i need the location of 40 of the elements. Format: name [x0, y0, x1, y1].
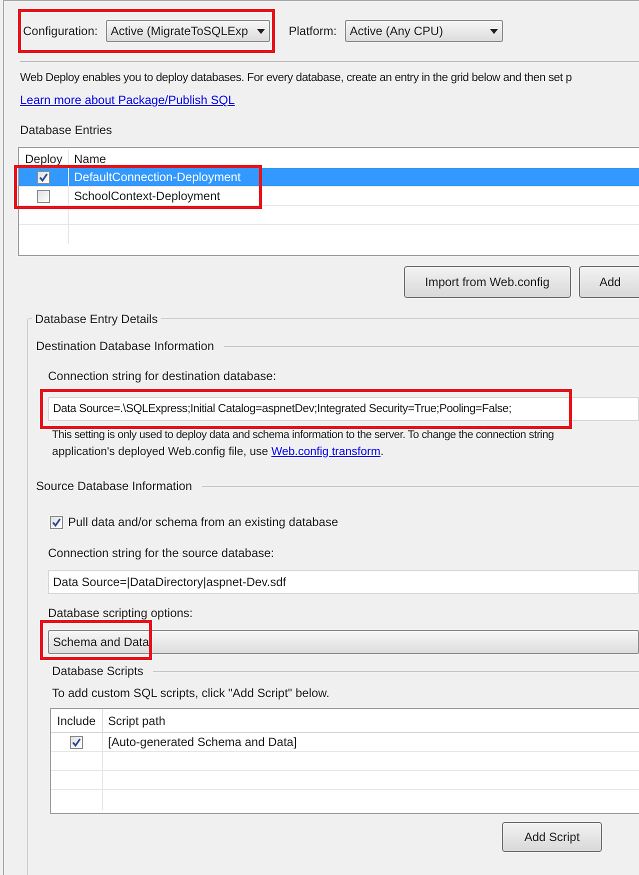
- column-header: Include: [51, 709, 103, 732]
- caret-icon: [490, 28, 498, 34]
- section-heading: Source Database Information: [36, 478, 192, 495]
- dropdown[interactable]: Schema and Data: [48, 630, 639, 654]
- intro-text: Web Deploy enables you to deploy databases. For every database, create an entry in the grid below and then set p: [20, 71, 573, 86]
- add-script-button[interactable]: Add Script: [502, 822, 602, 852]
- column-header: Name: [73, 151, 106, 168]
- dropdown[interactable]: Active (Any CPU): [344, 20, 503, 42]
- field-label: Database scripting options:: [48, 605, 194, 622]
- dropdown[interactable]: Active (MigrateToSQLExp: [106, 20, 270, 42]
- field-label: Connection string for the source database:: [48, 545, 276, 562]
- grid-cell-text: [Auto-generated Schema and Data]: [107, 734, 297, 751]
- learn-more-link[interactable]: Learn more about Package/Publish SQL: [20, 91, 235, 110]
- checkbox[interactable]: [37, 170, 50, 184]
- configuration-label: Configuration:: [23, 23, 98, 40]
- section-label: Database Entries: [20, 122, 114, 140]
- input-field[interactable]: Data Source=|DataDirectory|aspnet-Dev.sdf: [48, 570, 639, 594]
- check-icon: [39, 172, 48, 182]
- grid-cell-text: SchoolContext-Deployment: [73, 188, 220, 206]
- column-header: Script path: [107, 712, 166, 730]
- action-button[interactable]: Import from Web.config: [404, 266, 570, 298]
- transform-link[interactable]: Web.config transform: [271, 446, 380, 458]
- grid-row[interactable]: SchoolContext-Deployment: [19, 187, 639, 206]
- action-button[interactable]: Add: [578, 266, 639, 298]
- hint-text: To add custom SQL scripts, click "Add Script" below.: [52, 685, 331, 702]
- note-text: application's deployed Web.config file, use Web.config transform.: [52, 444, 385, 460]
- section-heading: Destination Database Information: [36, 338, 214, 356]
- note-text: This setting is only used to deploy data and schema information to the server. To change the connection string: [52, 428, 555, 444]
- check-icon: [52, 518, 61, 526]
- checkbox[interactable]: [37, 190, 50, 203]
- checkbox-label: Pull data and/or schema from an existing database: [68, 514, 338, 531]
- input-field[interactable]: Data Source=.\SQLExpress;Initial Catalog=aspnetDev;Integrated Security=True;Pooling=False;: [48, 397, 639, 422]
- grid-cell-text: DefaultConnection-Deployment: [73, 169, 241, 186]
- check-icon: [72, 738, 81, 746]
- caret-icon: [256, 28, 265, 34]
- platform-label: Platform:: [288, 23, 337, 40]
- checkbox[interactable]: [50, 516, 63, 528]
- field-label: Connection string for destination database:: [48, 368, 278, 386]
- section-heading: Database Scripts: [52, 663, 144, 680]
- checkbox[interactable]: [70, 736, 83, 748]
